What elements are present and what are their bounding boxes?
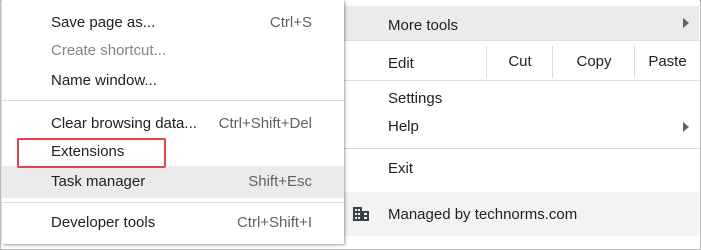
- menu-item-task-manager[interactable]: Task manager Shift+Esc: [2, 166, 344, 198]
- managed-by-label: Managed by technorms.com: [388, 206, 578, 223]
- shortcut-label: Ctrl+S: [269, 14, 312, 31]
- managed-by-banner[interactable]: Managed by technorms.com: [340, 192, 699, 236]
- menu-item-label: Create shortcut...: [51, 42, 167, 59]
- menu-divider: [340, 40, 699, 41]
- chrome-main-menu: More tools Edit Cut Copy Paste Settings …: [340, 0, 699, 248]
- more-tools-submenu: Save page as... Ctrl+S Create shortcut..…: [2, 0, 344, 244]
- building-icon: [353, 207, 369, 221]
- menu-item-label: Name window...: [51, 72, 157, 89]
- menu-item-help[interactable]: Help: [340, 116, 699, 138]
- menu-item-label: Clear browsing data...: [51, 115, 197, 132]
- edit-label: Edit: [388, 55, 414, 72]
- menu-item-more-tools[interactable]: More tools: [340, 6, 699, 40]
- menu-item-create-shortcut[interactable]: Create shortcut...: [2, 40, 344, 64]
- menu-divider: [2, 202, 344, 203]
- copy-button[interactable]: Copy: [552, 46, 635, 78]
- menu-divider: [340, 80, 699, 81]
- paste-button[interactable]: Paste: [634, 46, 700, 78]
- menu-row-edit: Edit Cut Copy Paste: [340, 46, 699, 80]
- menu-item-label: Task manager: [51, 173, 146, 190]
- menu-item-label: Settings: [388, 90, 443, 107]
- menu-divider: [2, 100, 344, 101]
- menu-divider: [340, 148, 699, 149]
- chevron-right-icon: [683, 122, 689, 132]
- shortcut-label: Shift+Esc: [248, 173, 312, 190]
- menu-item-save-page-as[interactable]: Save page as... Ctrl+S: [2, 12, 344, 36]
- cut-button[interactable]: Cut: [486, 46, 553, 78]
- menu-item-label: Developer tools: [51, 214, 156, 231]
- menu-item-name-window[interactable]: Name window...: [2, 70, 344, 94]
- menu-item-settings[interactable]: Settings: [340, 88, 699, 110]
- menu-item-label: Help: [388, 118, 419, 135]
- menu-item-label: More tools: [388, 17, 459, 34]
- menu-item-exit[interactable]: Exit: [340, 158, 699, 180]
- menu-item-developer-tools[interactable]: Developer tools Ctrl+Shift+I: [2, 212, 344, 236]
- extensions-highlight-box: [17, 138, 166, 168]
- shortcut-label: Ctrl+Shift+Del: [218, 115, 312, 132]
- menu-item-clear-browsing-data[interactable]: Clear browsing data... Ctrl+Shift+Del: [2, 113, 344, 137]
- menu-item-label: Save page as...: [51, 14, 156, 31]
- menu-item-label: Exit: [388, 160, 414, 177]
- chevron-right-icon: [683, 18, 689, 28]
- shortcut-label: Ctrl+Shift+I: [236, 214, 312, 231]
